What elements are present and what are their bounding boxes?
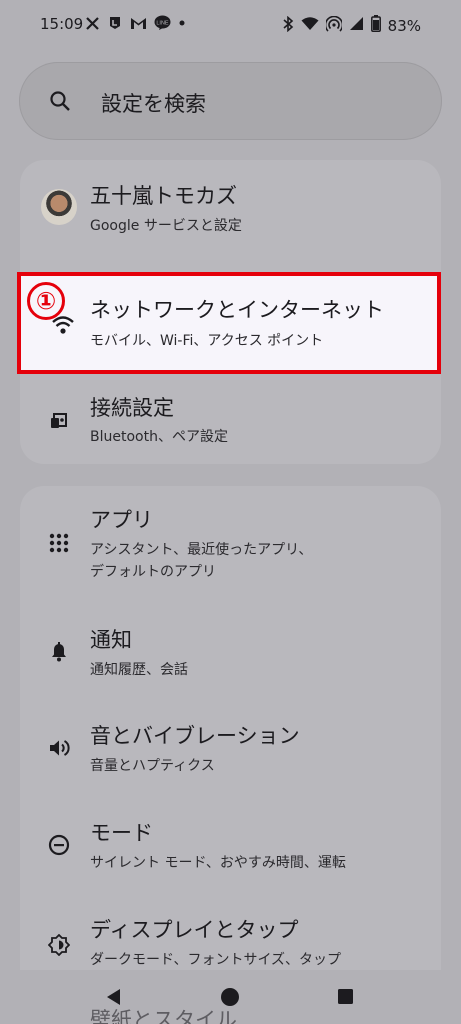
battery-icon bbox=[370, 15, 381, 36]
home-icon[interactable] bbox=[220, 987, 240, 1011]
settings-item-title: ネットワークとインターネット bbox=[90, 298, 384, 322]
status-time: 15:09 bbox=[40, 15, 84, 33]
avatar bbox=[41, 189, 77, 225]
settings-item-subtitle: Bluetooth、ペア設定 bbox=[90, 429, 228, 445]
settings-item-title: モード bbox=[90, 821, 153, 845]
settings-item-sound[interactable]: 音とバイブレーション 音量とハプティクス bbox=[20, 702, 441, 798]
x-icon bbox=[85, 16, 100, 31]
recents-icon[interactable] bbox=[337, 988, 354, 1009]
account-name: 五十嵐トモカズ bbox=[90, 184, 237, 208]
gmail-icon bbox=[130, 16, 147, 30]
settings-item-subtitle: サイレント モード、おやすみ時間、運転 bbox=[90, 855, 346, 871]
svg-text:LINE: LINE bbox=[156, 20, 169, 26]
settings-item-subtitle: ダークモード、フォントサイズ、タップ bbox=[90, 952, 342, 968]
status-bar: 15:09 LINE 83% bbox=[0, 0, 461, 50]
search-icon bbox=[49, 90, 71, 116]
battery-percent: 83% bbox=[387, 16, 421, 35]
settings-item-title: アプリ bbox=[90, 508, 153, 532]
search-input[interactable]: 設定を検索 bbox=[19, 62, 442, 140]
settings-item-subtitle: アシスタント、最近使ったアプリ、 bbox=[90, 542, 313, 558]
account-subtitle: Google サービスと設定 bbox=[90, 218, 242, 234]
mode-icon bbox=[48, 834, 70, 856]
settings-item-title: 通知 bbox=[90, 628, 132, 652]
bell-icon bbox=[48, 640, 70, 662]
settings-item-subtitle-line2: デフォルトのアプリ bbox=[90, 564, 216, 580]
volume-icon bbox=[48, 737, 70, 759]
hotspot-icon bbox=[324, 15, 343, 36]
settings-item-network-internet[interactable]: ① ネットワークとインターネット モバイル、Wi-Fi、アクセス ポイント bbox=[17, 272, 441, 374]
wifi-icon bbox=[301, 16, 319, 35]
navigation-bar: 壁紙とスタイル bbox=[0, 970, 461, 1024]
signal-icon bbox=[349, 16, 364, 35]
search-placeholder: 設定を検索 bbox=[101, 92, 206, 116]
wifi-icon bbox=[51, 314, 75, 340]
settings-item-subtitle: 音量とハプティクス bbox=[90, 758, 215, 774]
apps-grid-icon bbox=[48, 532, 70, 554]
connected-devices-icon bbox=[48, 408, 70, 430]
bluetooth-icon bbox=[282, 15, 294, 36]
settings-item-title: 接続設定 bbox=[90, 396, 174, 420]
settings-item-subtitle: モバイル、Wi-Fi、アクセス ポイント bbox=[90, 333, 324, 349]
display-icon bbox=[47, 933, 71, 957]
dot-icon bbox=[178, 19, 186, 27]
line-l-icon bbox=[107, 15, 123, 31]
settings-item-modes[interactable]: モード サイレント モード、おやすみ時間、運転 bbox=[20, 799, 441, 895]
settings-card-main: アプリ アシスタント、最近使ったアプリ、 デフォルトのアプリ 通知 通知履歴、会… bbox=[20, 486, 441, 1024]
settings-item-title: ディスプレイとタップ bbox=[90, 918, 299, 942]
back-icon[interactable] bbox=[104, 987, 124, 1011]
settings-item-connected-devices[interactable]: 接続設定 Bluetooth、ペア設定 bbox=[20, 376, 441, 464]
account-item[interactable]: 五十嵐トモカズ Google サービスと設定 bbox=[20, 160, 441, 270]
settings-item-subtitle: 通知履歴、会話 bbox=[90, 662, 188, 678]
settings-item-title: 音とバイブレーション bbox=[90, 724, 300, 748]
settings-item-apps[interactable]: アプリ アシスタント、最近使ったアプリ、 デフォルトのアプリ bbox=[20, 486, 441, 602]
line-chat-icon: LINE bbox=[154, 15, 171, 31]
settings-item-notifications[interactable]: 通知 通知履歴、会話 bbox=[20, 606, 441, 700]
